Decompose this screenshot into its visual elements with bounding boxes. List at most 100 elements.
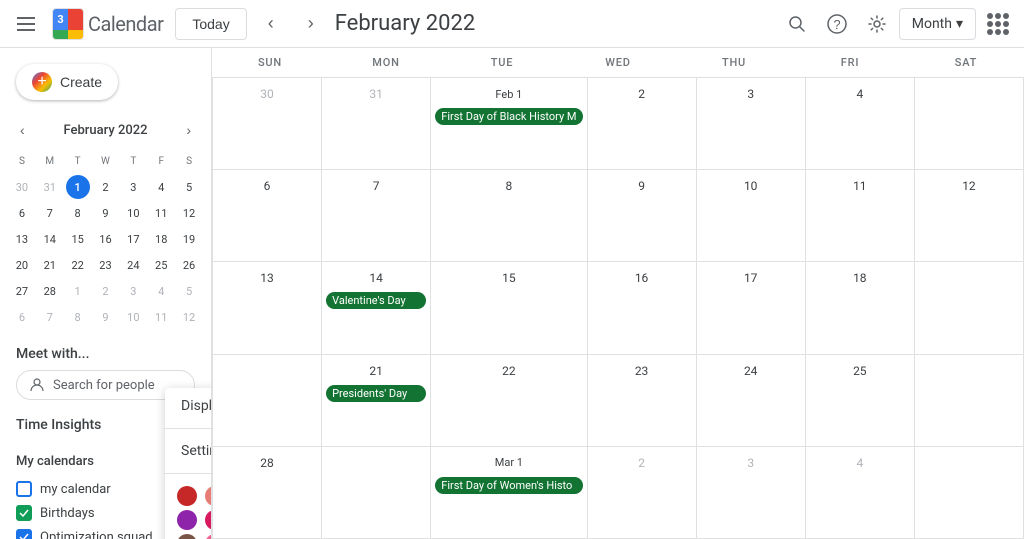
apps-button[interactable] xyxy=(980,6,1016,42)
mini-day[interactable]: 13 xyxy=(10,227,34,251)
cal-cell[interactable]: 30 xyxy=(213,78,322,170)
cal-checkbox-opt-squad[interactable] xyxy=(16,529,32,539)
mini-day[interactable]: 6 xyxy=(10,305,34,329)
color-swatch[interactable] xyxy=(205,534,212,539)
cal-cell[interactable]: 22 xyxy=(431,355,587,447)
mini-day[interactable]: 18 xyxy=(149,227,173,251)
cal-cell[interactable]: 2 xyxy=(588,447,697,539)
mini-next-button[interactable]: › xyxy=(182,120,195,140)
color-swatch[interactable] xyxy=(177,486,197,506)
mini-day[interactable]: 9 xyxy=(93,201,117,225)
mini-day[interactable]: 24 xyxy=(121,253,145,277)
mini-day[interactable]: 27 xyxy=(10,279,34,303)
cal-cell[interactable]: 24 xyxy=(697,355,806,447)
cal-cell[interactable]: 3 xyxy=(697,447,806,539)
menu-item-display-only[interactable]: Display this only xyxy=(165,388,212,424)
mini-day[interactable]: 15 xyxy=(66,227,90,251)
mini-day[interactable]: 11 xyxy=(149,201,173,225)
mini-day[interactable]: 8 xyxy=(66,201,90,225)
mini-day[interactable]: 16 xyxy=(93,227,117,251)
mini-day-today[interactable]: 1 xyxy=(66,175,90,199)
mini-day[interactable]: 12 xyxy=(177,201,201,225)
mini-day[interactable]: 7 xyxy=(38,305,62,329)
cal-cell[interactable]: 8 xyxy=(431,170,587,262)
mini-day[interactable]: 5 xyxy=(177,279,201,303)
cal-cell[interactable]: 31 xyxy=(322,78,431,170)
cal-cell[interactable] xyxy=(213,355,322,447)
cal-cell[interactable]: 4 xyxy=(806,78,915,170)
cal-cell[interactable]: 4 xyxy=(806,447,915,539)
event-chip[interactable]: Valentine's Day xyxy=(326,292,426,309)
mini-day[interactable]: 28 xyxy=(38,279,62,303)
mini-day[interactable]: 2 xyxy=(93,279,117,303)
mini-day[interactable]: 30 xyxy=(10,175,34,199)
mini-day[interactable]: 25 xyxy=(149,253,173,277)
mini-day[interactable]: 22 xyxy=(66,253,90,277)
view-selector[interactable]: Month ▾ xyxy=(899,8,976,40)
cal-cell[interactable]: 13 xyxy=(213,262,322,354)
mini-day[interactable]: 6 xyxy=(10,201,34,225)
cal-cell[interactable]: 17 xyxy=(697,262,806,354)
mini-day[interactable]: 1 xyxy=(66,279,90,303)
mini-day[interactable]: 11 xyxy=(149,305,173,329)
color-swatch[interactable] xyxy=(205,486,212,506)
cal-cell[interactable]: 23 xyxy=(588,355,697,447)
mini-day[interactable]: 5 xyxy=(177,175,201,199)
help-button[interactable]: ? xyxy=(819,6,855,42)
cal-cell[interactable]: 6 xyxy=(213,170,322,262)
menu-item-settings[interactable]: Settings and sharing xyxy=(165,433,212,469)
cal-cell[interactable]: 2 xyxy=(588,78,697,170)
cal-cell[interactable]: Mar 1 First Day of Women's Histo xyxy=(431,447,587,539)
mini-day[interactable]: 20 xyxy=(10,253,34,277)
mini-day[interactable]: 26 xyxy=(177,253,201,277)
menu-icon[interactable] xyxy=(8,6,44,42)
today-button[interactable]: Today xyxy=(175,8,246,40)
cal-cell[interactable]: 11 xyxy=(806,170,915,262)
cal-cell[interactable] xyxy=(915,355,1024,447)
mini-day[interactable]: 14 xyxy=(38,227,62,251)
cal-cell[interactable] xyxy=(915,447,1024,539)
cal-cell[interactable]: 28 xyxy=(213,447,322,539)
color-swatch[interactable] xyxy=(205,510,212,530)
cal-cell[interactable] xyxy=(915,262,1024,354)
mini-day[interactable]: 9 xyxy=(93,305,117,329)
mini-day[interactable]: 2 xyxy=(93,175,117,199)
event-chip[interactable]: First Day of Black History M xyxy=(435,108,582,125)
mini-day[interactable]: 23 xyxy=(93,253,117,277)
event-chip[interactable]: First Day of Women's Histo xyxy=(435,477,582,494)
mini-day[interactable]: 12 xyxy=(177,305,201,329)
cal-cell[interactable]: 15 xyxy=(431,262,587,354)
mini-day[interactable]: 7 xyxy=(38,201,62,225)
mini-day[interactable]: 3 xyxy=(121,175,145,199)
cal-checkbox-birthdays[interactable] xyxy=(16,505,32,521)
mini-prev-button[interactable]: ‹ xyxy=(16,120,29,140)
mini-day[interactable]: 10 xyxy=(121,201,145,225)
color-swatch[interactable] xyxy=(177,510,197,530)
mini-day[interactable]: 31 xyxy=(38,175,62,199)
cal-cell[interactable]: 10 xyxy=(697,170,806,262)
mini-day[interactable]: 8 xyxy=(66,305,90,329)
cal-cell[interactable] xyxy=(915,78,1024,170)
next-button[interactable]: › xyxy=(295,8,327,40)
mini-day[interactable]: 19 xyxy=(177,227,201,251)
cal-cell[interactable]: 18 xyxy=(806,262,915,354)
search-button[interactable] xyxy=(779,6,815,42)
mini-day[interactable]: 3 xyxy=(121,279,145,303)
settings-button[interactable] xyxy=(859,6,895,42)
cal-cell[interactable]: 16 xyxy=(588,262,697,354)
cal-cell[interactable]: 12 xyxy=(915,170,1024,262)
event-chip[interactable]: Presidents' Day xyxy=(326,385,426,402)
mini-day[interactable]: 17 xyxy=(121,227,145,251)
cal-cell[interactable]: 7 xyxy=(322,170,431,262)
mini-day[interactable]: 10 xyxy=(121,305,145,329)
mini-day[interactable]: 4 xyxy=(149,175,173,199)
create-button[interactable]: + Create xyxy=(16,64,118,100)
cal-cell[interactable]: 21 Presidents' Day xyxy=(322,355,431,447)
cal-cell[interactable] xyxy=(322,447,431,539)
cal-cell[interactable]: 9 xyxy=(588,170,697,262)
color-swatch[interactable] xyxy=(177,534,197,539)
mini-day[interactable]: 21 xyxy=(38,253,62,277)
cal-cell[interactable]: Feb 1 First Day of Black History M xyxy=(431,78,587,170)
mini-day[interactable]: 4 xyxy=(149,279,173,303)
cal-cell[interactable]: 14 Valentine's Day xyxy=(322,262,431,354)
